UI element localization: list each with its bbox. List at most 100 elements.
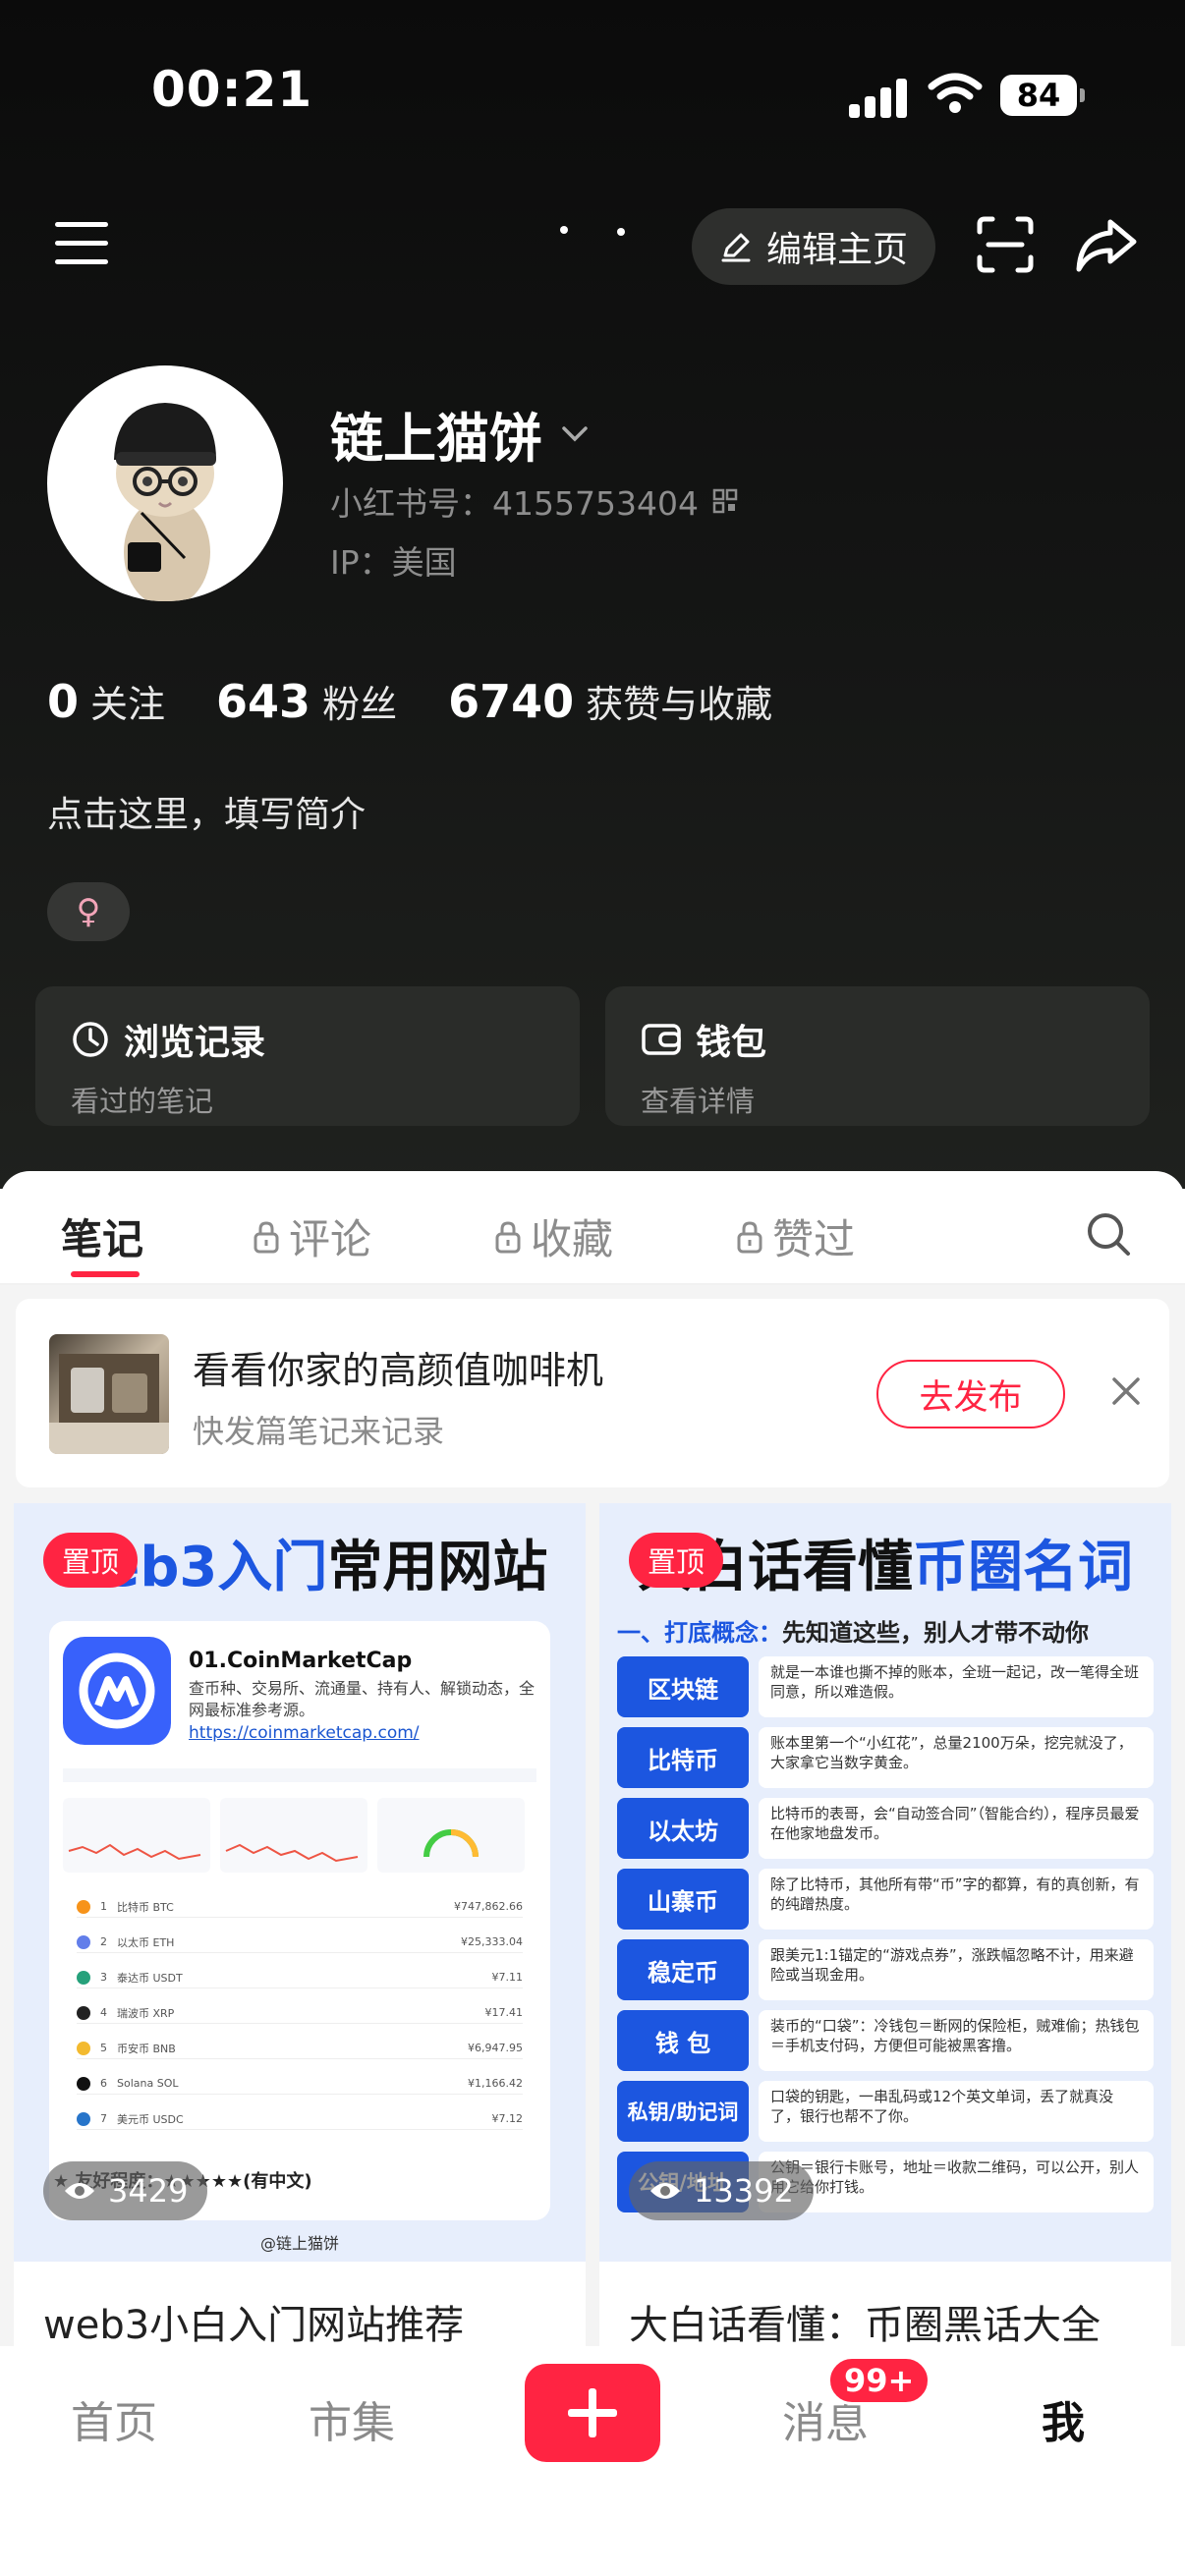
avatar[interactable] (47, 365, 283, 601)
table-row: 6 Solana SOL ¥1,166.42 (77, 2073, 523, 2095)
promo-title: 看看你家的高颜值咖啡机 (193, 1349, 604, 1392)
pencil-icon (721, 233, 751, 262)
wifi-icon (928, 73, 983, 113)
site-url: https://coinmarketcap.com/ (189, 1723, 420, 1743)
stat-following[interactable]: 0 关注 (47, 674, 165, 728)
term-value: 装币的“口袋”：冷钱包＝断网的保险柜，贼难偷；热钱包＝手机支付码，方便但可能被黑… (759, 2010, 1154, 2071)
bio-prompt[interactable]: 点击这里，填写简介 (47, 786, 366, 837)
note-cover: 大白话看懂币圈名词 一、打底概念：先知道这些，别人才带不动你 区块链 就是一本谁也… (599, 1503, 1171, 2262)
term-value: 比特币的表哥，会“自动签合同”（智能合约），程序员最爱在他家地盘发币。 (759, 1798, 1154, 1859)
table-cell: 币安币 BNB (117, 2042, 176, 2055)
battery-indicator: 84 (1000, 75, 1085, 116)
term-row: 区块链 就是一本谁也撕不掉的账本，全班一起记，改一笔得全班同意，所以难造假。 (617, 1656, 1154, 1717)
coinmarketcap-logo (63, 1637, 171, 1745)
pinned-badge: 置顶 (43, 1533, 138, 1588)
term-value: 账本里第一个“小红花”，总量2100万朵，挖完就没了，大家拿它当数字黄金。 (759, 1727, 1154, 1788)
term-key: 区块链 (617, 1656, 749, 1717)
term-key: 稳定币 (617, 1939, 749, 2000)
tab-liked[interactable]: 赞过 (735, 1206, 855, 1266)
history-card[interactable]: 浏览记录 看过的笔记 (35, 986, 580, 1126)
nav-market[interactable]: 市集 (309, 2387, 395, 2450)
table-row: 2 以太币 ETH ¥25,333.04 (77, 1932, 523, 1953)
promo-subtitle: 快发篇笔记来记录 (193, 1413, 445, 1450)
lock-icon (254, 1220, 279, 1253)
section-title: 一、打底概念： (617, 1619, 782, 1647)
eye-icon (650, 2183, 680, 2199)
table-cell: 4 (100, 2006, 107, 2019)
author-signature: @链上猫饼 (259, 2234, 339, 2253)
table-row: 7 美元币 USDC ¥7.12 (77, 2108, 523, 2130)
note-cover: web3入门常用网站 01.CoinMarketCap 查币种、交易所、流通量、… (14, 1503, 586, 2262)
table-row: 5 币安币 BNB ¥6,947.95 (77, 2038, 523, 2059)
search-icon[interactable] (1085, 1210, 1132, 1258)
term-value: 公钥＝银行卡账号，地址＝收款二维码，可以公开，别人用它给你打钱。 (759, 2152, 1154, 2212)
wallet-card-title: 钱包 (696, 1023, 767, 1063)
table-cell: ¥6,947.95 (468, 2042, 523, 2054)
edit-profile-button[interactable]: 编辑主页 (692, 208, 935, 285)
table-cell: 2 (100, 1935, 107, 1948)
bottom-navigation: 首页 市集 消息 99+ 我 (0, 2346, 1185, 2576)
term-row: 钱 包装币的“口袋”：冷钱包＝断网的保险柜，贼难偷；热钱包＝手机支付码，方便但可… (617, 2010, 1154, 2071)
tab-label: 评论 (289, 1215, 372, 1263)
table-cell: Solana SOL (117, 2077, 179, 2090)
stat-value: 0 (47, 675, 80, 728)
views-counter: 13392 (629, 2161, 814, 2220)
publish-button[interactable]: 去发布 (876, 1360, 1065, 1428)
table-cell: 6 (100, 2077, 107, 2090)
menu-button[interactable] (55, 222, 108, 267)
table-cell: 以太币 ETH (117, 1935, 175, 1949)
tab-collections[interactable]: 收藏 (493, 1206, 613, 1266)
stat-followers[interactable]: 643 粉丝 (216, 674, 397, 728)
profile-name[interactable]: 链上猫饼 (330, 395, 590, 473)
term-value: 除了比特币，其他所有带“币”字的都算，有的真创新，有的纯蹭热度。 (759, 1869, 1154, 1930)
stat-likes-collects[interactable]: 6740 获赞与收藏 (448, 674, 772, 728)
table-cell: 美元币 USDC (117, 2112, 184, 2126)
coffee-machine-thumbnail (49, 1334, 169, 1454)
tab-notes[interactable]: 笔记 (61, 1206, 143, 1266)
wallet-card-subtitle: 查看详情 (641, 1085, 756, 1118)
term-key: 以太坊 (617, 1798, 749, 1859)
qrcode-icon[interactable] (712, 488, 738, 514)
term-row: 比特币 账本里第一个“小红花”，总量2100万朵，挖完就没了，大家拿它当数字黄金。 (617, 1727, 1154, 1788)
table-cell: ¥17.41 (484, 2006, 524, 2019)
table-cell: 7 (100, 2112, 107, 2125)
active-tab-indicator (71, 1271, 140, 1277)
wallet-card[interactable]: 钱包 查看详情 (605, 986, 1150, 1126)
red-id-text: 小红书号：4155753404 (330, 484, 699, 523)
table-cell: 泰达币 USDT (117, 1971, 183, 1985)
term-row: 稳定币 跟美元1:1锚定的“游戏点券”，涨跌幅忽略不计，用来避险或当现金用。 (617, 1939, 1154, 2000)
nav-me[interactable]: 我 (1042, 2387, 1085, 2450)
section-subtitle: 先知道这些，别人才带不动你 (782, 1619, 1089, 1647)
views-count: 13392 (694, 2172, 794, 2210)
messages-badge: 99+ (827, 2356, 931, 2405)
stat-label: 获赞与收藏 (586, 683, 773, 726)
table-cell: ¥25,333.04 (461, 1935, 523, 1948)
note-card[interactable]: web3入门常用网站 01.CoinMarketCap 查币种、交易所、流通量、… (14, 1503, 586, 2348)
term-row: 私钥/助记词 口袋的钥匙，一串乱码或12个英文单词，丢了就真没了，银行也帮不了你。 (617, 2081, 1154, 2142)
nav-home[interactable]: 首页 (71, 2387, 157, 2450)
table-row: 3 泰达币 USDT ¥7.11 (77, 1967, 523, 1988)
stat-value: 643 (216, 675, 311, 728)
cover-title-part: 常用网站 (327, 1536, 548, 1599)
views-count: 3429 (108, 2172, 189, 2210)
create-post-button[interactable] (525, 2364, 660, 2462)
note-title: 大白话看懂：币圈黑话大全 (629, 2303, 1100, 2348)
edit-profile-label: 编辑主页 (765, 230, 908, 270)
table-cell: 比特币 BTC (117, 1900, 174, 1914)
tab-label: 笔记 (61, 1215, 144, 1263)
cat-avatar-image (114, 403, 216, 601)
table-cell: 5 (100, 2042, 107, 2054)
scan-icon[interactable] (977, 216, 1034, 273)
close-icon[interactable] (1106, 1372, 1146, 1411)
history-card-title: 浏览记录 (124, 1023, 266, 1063)
market-charts-preview (63, 1768, 536, 1873)
note-card[interactable]: 大白话看懂币圈名词 一、打底概念：先知道这些，别人才带不动你 区块链 就是一本谁也… (599, 1503, 1171, 2348)
red-id: 小红书号：4155753404 (330, 477, 738, 525)
promo-banner[interactable]: 看看你家的高颜值咖啡机 快发篇笔记来记录 去发布 (16, 1299, 1169, 1487)
share-icon[interactable] (1075, 216, 1138, 273)
wallet-card-title-row: 钱包 (641, 1014, 1114, 1065)
tab-comments[interactable]: 评论 (252, 1206, 371, 1266)
lock-icon (737, 1220, 762, 1253)
views-counter: 3429 (43, 2161, 208, 2220)
table-cell: ¥7.12 (491, 2112, 524, 2125)
